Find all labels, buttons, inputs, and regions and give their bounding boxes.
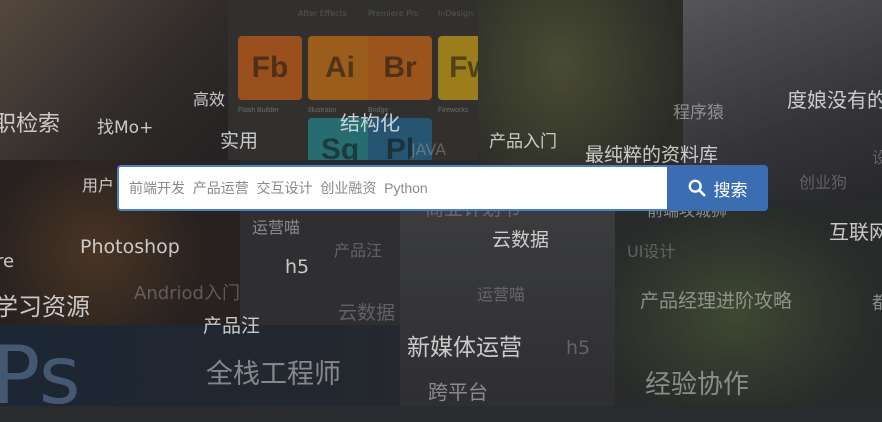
keyword: 云数据 xyxy=(338,302,396,324)
keyword: 运营喵 xyxy=(477,285,526,304)
keyword: 全栈工程师 xyxy=(206,359,341,390)
keyword: 产品入门 xyxy=(489,132,557,152)
search-button-label: 搜索 xyxy=(713,180,748,201)
keyword: Ps xyxy=(0,329,81,422)
search-button[interactable]: 搜索 xyxy=(667,165,768,211)
keyword: UI设计 xyxy=(627,242,676,261)
keyword: 跨平台 xyxy=(428,380,488,404)
keyword: 程序猿 xyxy=(673,103,724,123)
bg-tile-adobe-icons: Fb Flash Builder Ai Illustrator Br Bridge F… xyxy=(228,0,478,160)
keyword: 经验协作 xyxy=(645,370,750,400)
keyword: 用户 xyxy=(82,176,115,195)
keyword: 产品汪 xyxy=(203,315,261,337)
search-input[interactable] xyxy=(117,165,667,211)
keyword: 产品经理进阶攻略 xyxy=(640,290,793,312)
keyword: 创业狗 xyxy=(799,173,848,192)
keyword: h5 xyxy=(566,337,591,359)
keyword: 互联网 xyxy=(829,220,882,244)
keyword: 运营喵 xyxy=(252,218,301,237)
keyword: 设 xyxy=(872,148,882,167)
keyword: 实用 xyxy=(220,130,259,152)
keyword: 度娘没有的 xyxy=(787,88,882,112)
keyword: h5 xyxy=(285,256,310,278)
keyword: 结构化 xyxy=(340,111,400,135)
keyword: 新媒体运营 xyxy=(407,335,522,361)
keyword: Andriod入门 xyxy=(134,283,240,304)
keyword: 产品汪 xyxy=(334,241,383,260)
keyword: 都 xyxy=(872,293,882,314)
keyword: Photoshop xyxy=(80,236,180,258)
keyword: 找Mo+ xyxy=(97,118,154,138)
keyword: re xyxy=(0,251,15,272)
search-icon xyxy=(688,179,705,197)
keyword: 高效 xyxy=(193,90,226,109)
keyword: 职检索 xyxy=(0,112,61,137)
keyword: 云数据 xyxy=(492,229,550,251)
search-bar: 搜索 xyxy=(117,165,768,211)
keyword: JAVA xyxy=(411,140,447,159)
keyword: 学习资源 xyxy=(0,293,90,321)
keyword: 最纯粹的资料库 xyxy=(585,144,719,166)
